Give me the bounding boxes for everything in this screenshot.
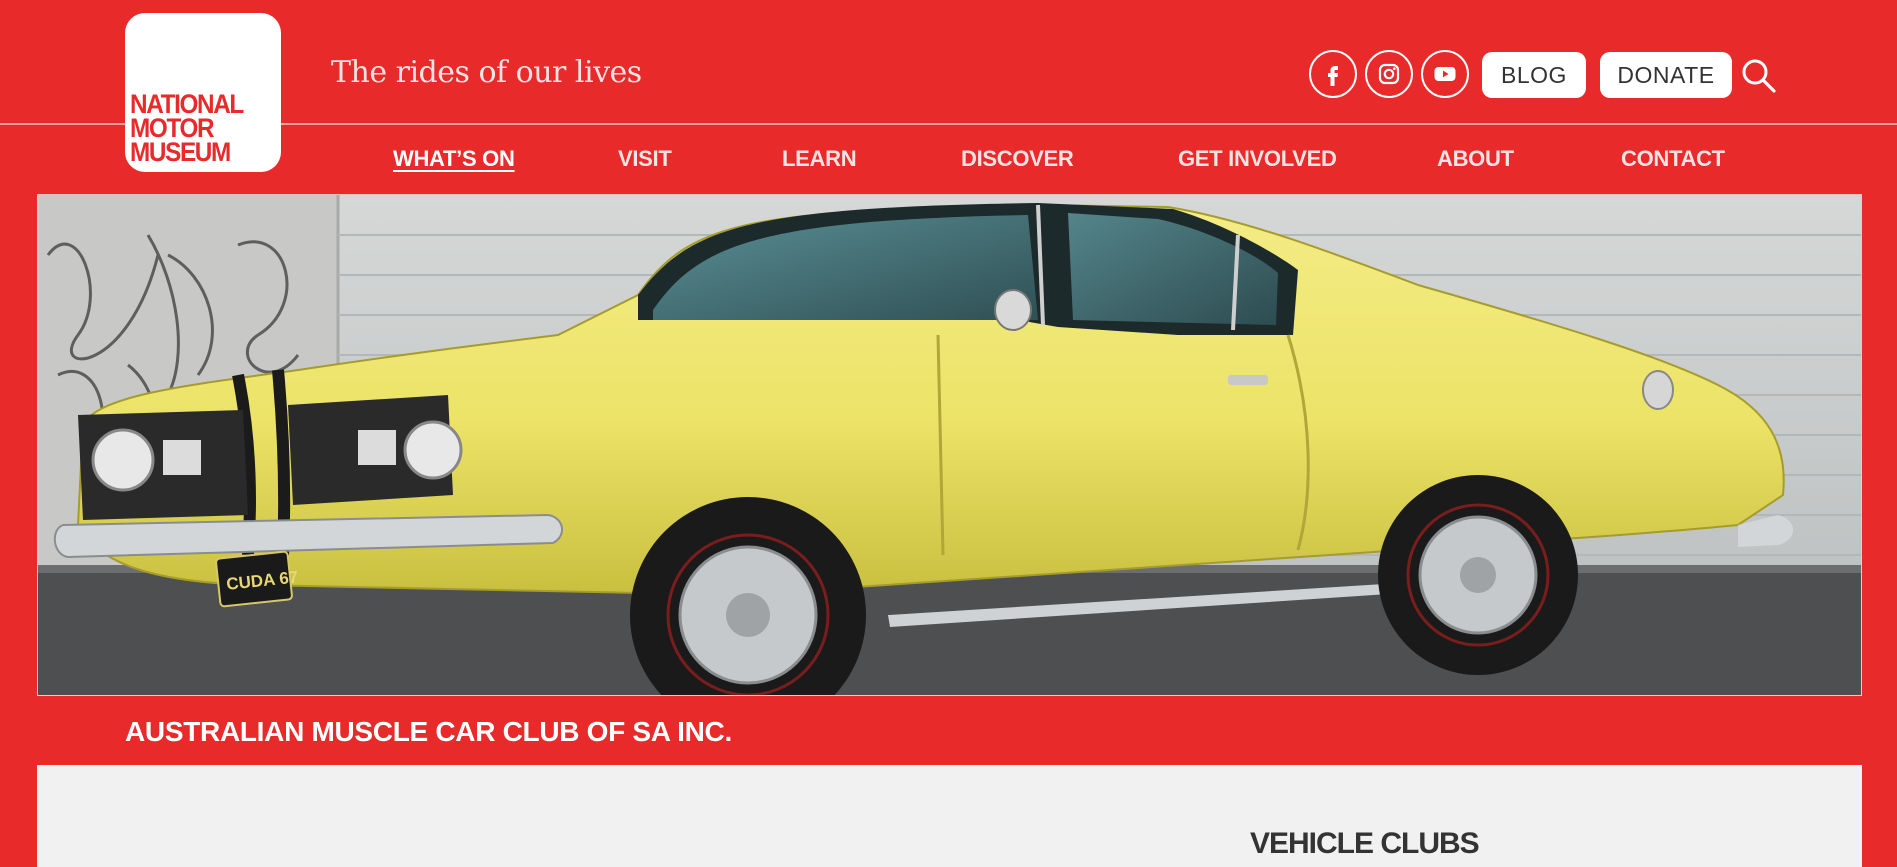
youtube-icon	[1434, 67, 1456, 81]
search-icon	[1742, 59, 1776, 93]
youtube-link[interactable]	[1421, 50, 1469, 98]
nav-whats-on[interactable]: WHAT’S ON	[393, 146, 515, 172]
site-tagline: The rides of our lives	[331, 55, 642, 90]
instagram-icon	[1378, 63, 1400, 85]
nav-contact[interactable]: CONTACT	[1621, 146, 1725, 172]
facebook-link[interactable]	[1309, 50, 1357, 98]
logo-wordmark: NATIONAL MOTOR MUSEUM	[130, 91, 244, 167]
nav-about[interactable]: ABOUT	[1437, 146, 1514, 172]
vehicle-clubs-heading: VEHICLE CLUBS	[1250, 827, 1480, 860]
hero-image: CUDA 67	[37, 194, 1862, 696]
nav-learn[interactable]: LEARN	[782, 146, 857, 172]
donate-button[interactable]: DONATE	[1600, 52, 1732, 98]
hero-car-illustration: CUDA 67	[38, 195, 1861, 695]
nav-discover[interactable]: DISCOVER	[961, 146, 1074, 172]
page-title: AUSTRALIAN MUSCLE CAR CLUB OF SA INC.	[125, 716, 732, 747]
site-header: NATIONAL MOTOR MUSEUM The rides of our l…	[0, 0, 1897, 195]
facebook-icon	[1328, 66, 1338, 86]
nav-get-involved[interactable]: GET INVOLVED	[1178, 146, 1337, 172]
instagram-link[interactable]	[1365, 50, 1413, 98]
search-button[interactable]	[1739, 56, 1779, 96]
content-panel: VEHICLE CLUBS	[37, 765, 1862, 867]
header-divider	[0, 123, 1897, 125]
logo-line-3: MUSEUM	[130, 137, 231, 167]
blog-button[interactable]: BLOG	[1482, 52, 1586, 98]
nav-visit[interactable]: VISIT	[618, 146, 672, 172]
site-logo[interactable]: NATIONAL MOTOR MUSEUM	[125, 13, 281, 172]
